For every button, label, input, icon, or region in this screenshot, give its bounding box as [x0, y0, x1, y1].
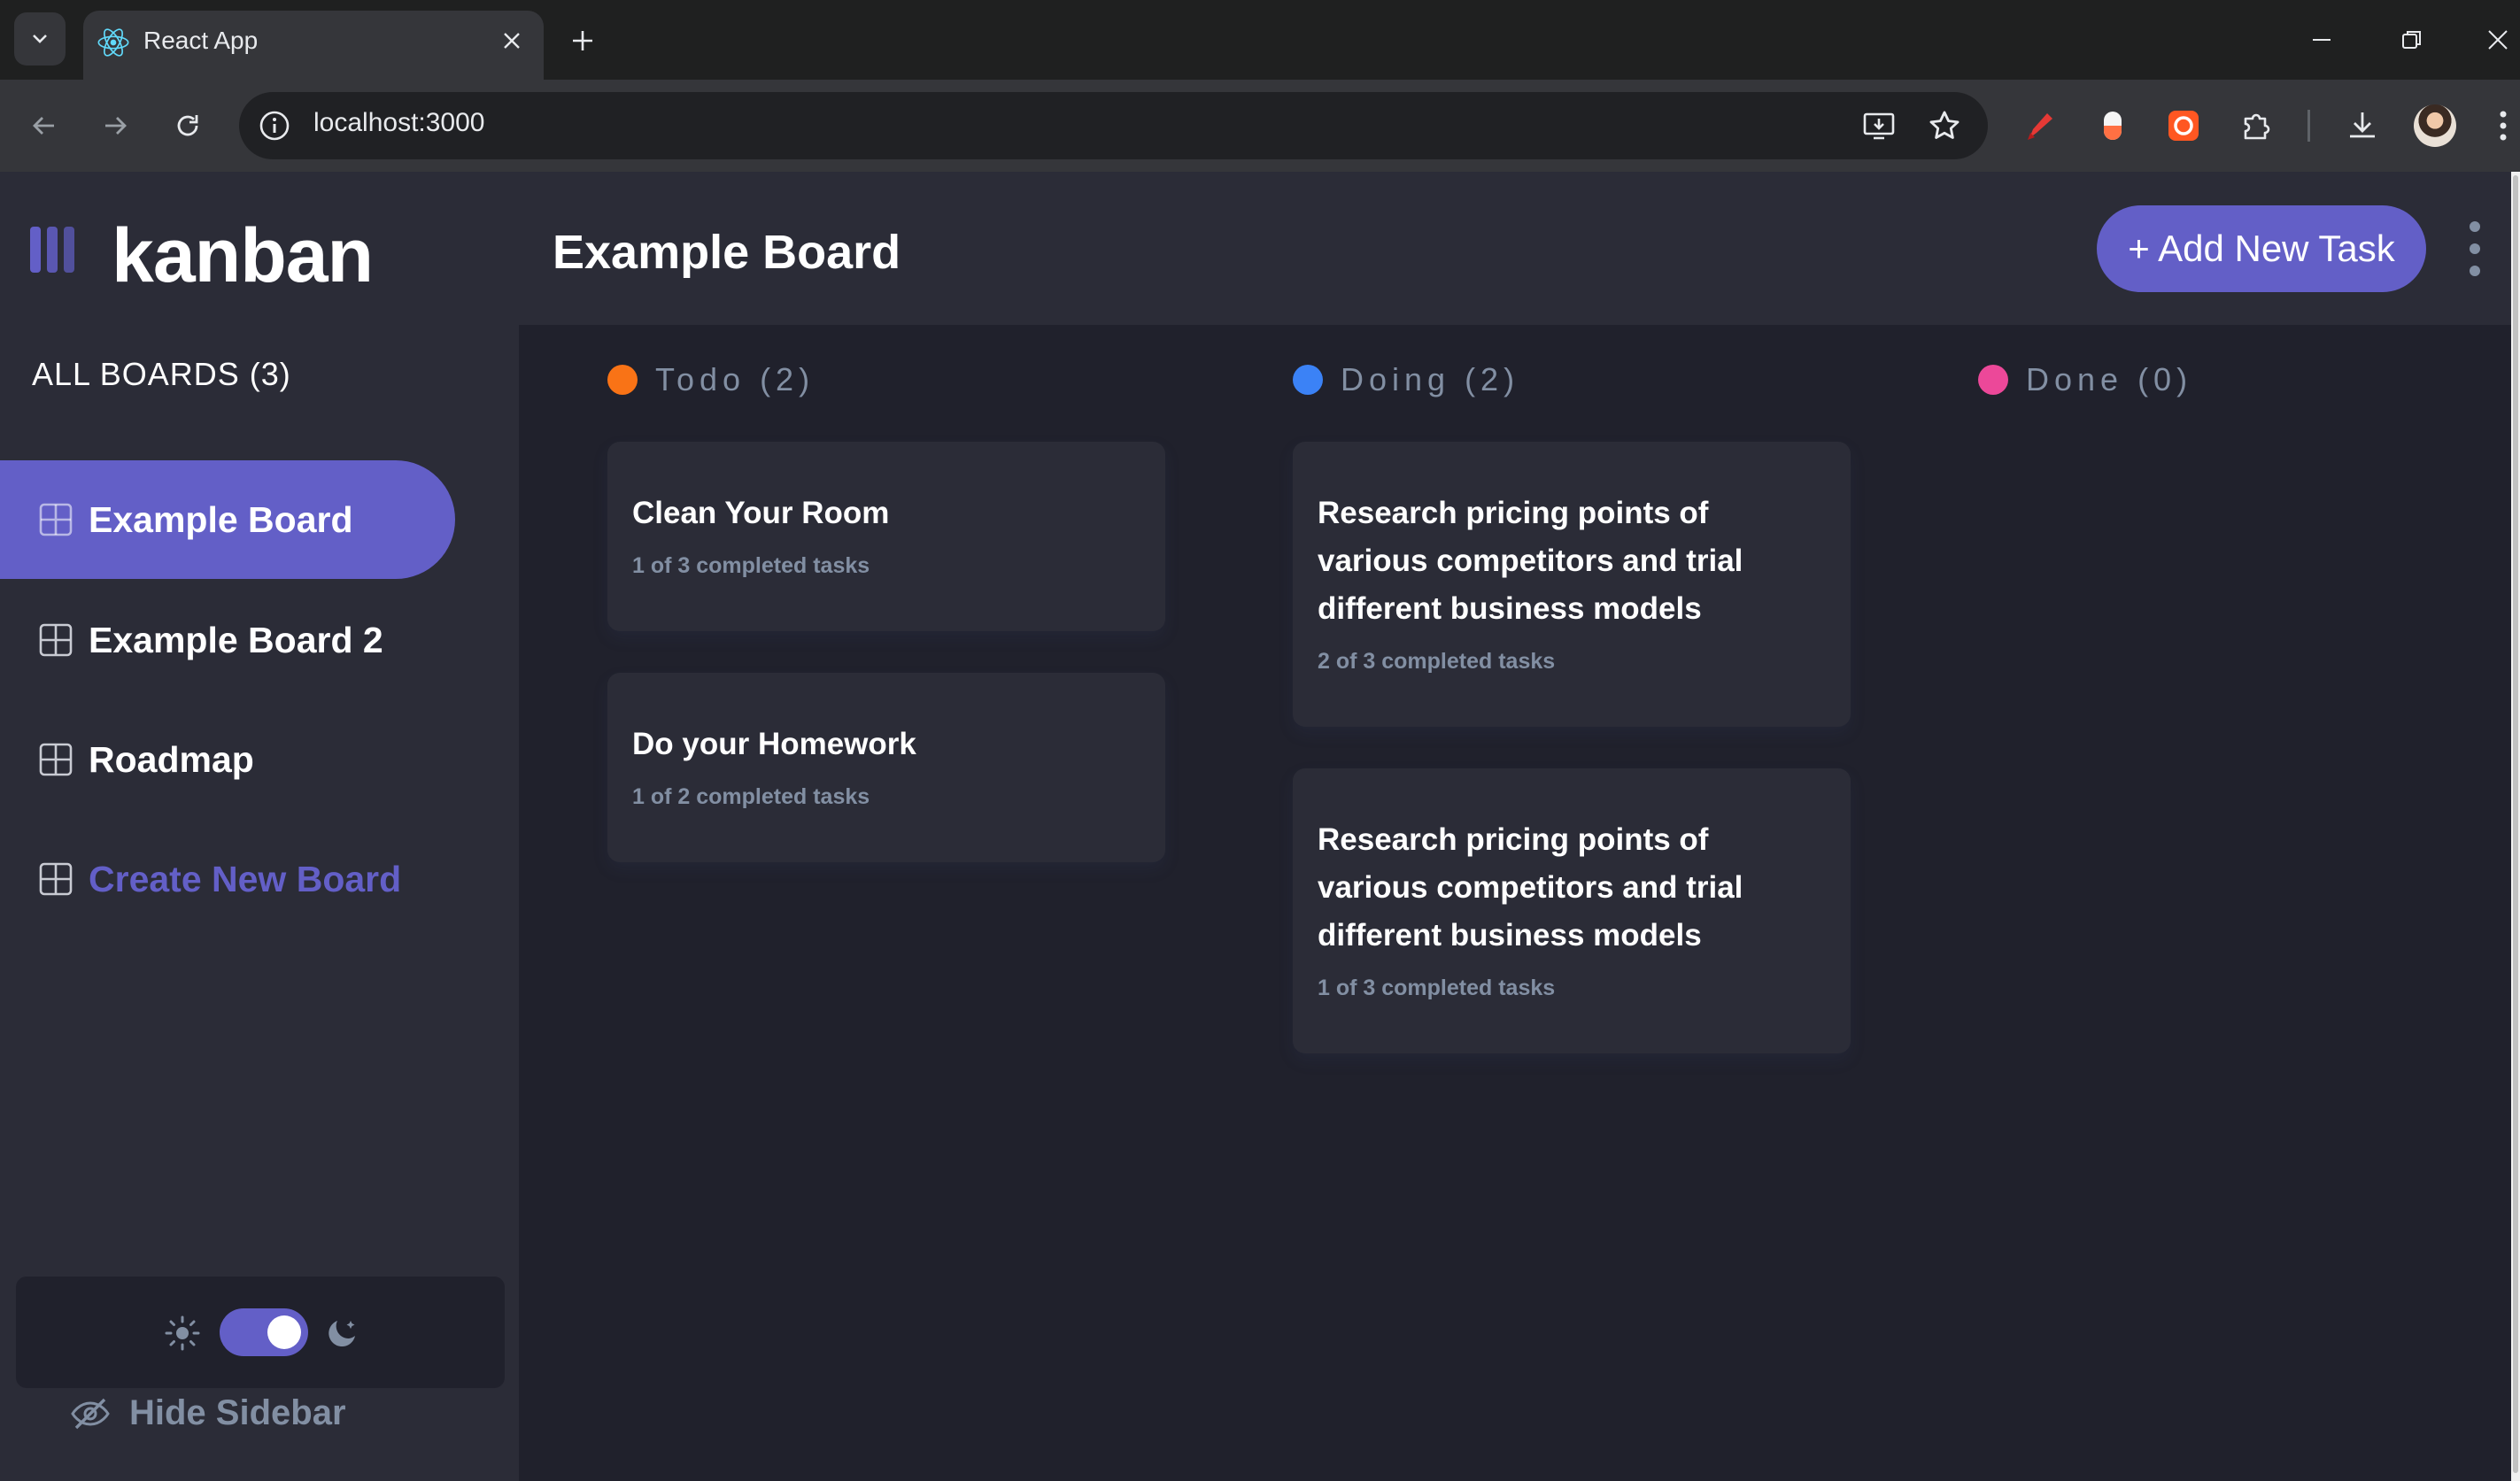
column-title: Doing (2)	[1341, 361, 1520, 397]
eye-slash-icon	[71, 1398, 110, 1429]
task-title: Research pricing points of various compe…	[1318, 496, 1743, 626]
hide-sidebar-label: Hide Sidebar	[129, 1393, 346, 1432]
arrow-left-icon	[33, 117, 54, 135]
plus-icon	[573, 31, 592, 50]
extensions-button[interactable]	[2235, 104, 2277, 147]
task-subtask-count: 1 of 3 completed tasks	[632, 553, 870, 578]
restore-button[interactable]	[2385, 18, 2439, 62]
task-subtask-count: 1 of 2 completed tasks	[632, 784, 870, 809]
theme-toggle-knob	[267, 1315, 301, 1349]
hide-sidebar-button[interactable]: Hide Sidebar	[69, 1393, 346, 1433]
minimize-icon	[2313, 39, 2331, 41]
task-title: Do your Homework	[632, 727, 916, 761]
browser-tab[interactable]: React App	[83, 11, 544, 80]
sidebar-item-roadmap[interactable]: Roadmap	[0, 700, 455, 819]
sidebar: kanban ALL BOARDS (3) Example Board Exam…	[0, 172, 519, 1481]
url-text: localhost:3000	[313, 108, 485, 137]
tab-title: React App	[143, 27, 259, 54]
scrollbar-thumb[interactable]	[2513, 175, 2518, 1473]
board-icon	[39, 862, 73, 896]
tab-close-button[interactable]	[494, 23, 530, 58]
window-close-button[interactable]	[2476, 18, 2520, 62]
marker-icon	[2028, 113, 2052, 140]
page-title: Example Board	[553, 226, 901, 279]
profile-avatar[interactable]	[2414, 104, 2456, 147]
moon-icon	[329, 1321, 355, 1347]
record-icon	[2168, 111, 2199, 141]
task-subtask-count: 2 of 3 completed tasks	[1318, 649, 1556, 674]
task-title: Research pricing points of various compe…	[1318, 822, 1743, 953]
chevron-down-icon	[33, 35, 47, 43]
column-title: Todo (2)	[655, 361, 816, 397]
create-new-board-label: Create New Board	[89, 858, 402, 899]
kanban-logo-icon	[30, 227, 74, 273]
column-header-doing: Doing (2)	[1293, 361, 1519, 398]
react-logo-icon	[97, 28, 129, 57]
column-status-dot	[1293, 365, 1323, 395]
task-subtask-count: 1 of 3 completed tasks	[1318, 976, 1556, 1000]
board-header: Example Board + Add New Task	[519, 172, 2511, 325]
column-header-todo: Todo (2)	[607, 361, 815, 398]
create-new-board-button[interactable]: Create New Board	[0, 820, 455, 938]
more-vertical-icon-dot	[2470, 266, 2480, 276]
install-app-icon	[1863, 112, 1895, 140]
column-header-done: Done (0)	[1978, 361, 2192, 398]
app-logo-text: kanban	[112, 213, 374, 298]
forward-button[interactable]	[92, 103, 138, 149]
new-tab-button[interactable]	[563, 21, 602, 60]
capsule-icon	[2104, 112, 2122, 140]
star-icon	[1929, 111, 1960, 139]
column-title: Done (0)	[2026, 361, 2193, 397]
all-boards-heading: ALL BOARDS (3)	[32, 356, 291, 392]
address-bar[interactable]: localhost:3000	[239, 92, 1988, 159]
column-status-dot	[1978, 365, 2008, 395]
toolbar-separator	[2307, 110, 2310, 142]
sun-icon	[165, 1315, 200, 1351]
board-icon	[39, 743, 73, 776]
sidebar-item-label: Example Board 2	[89, 619, 383, 660]
reload-icon	[177, 115, 198, 136]
task-title: Clean Your Room	[632, 496, 890, 530]
board-icon	[39, 623, 73, 657]
task-card[interactable]: Research pricing points of various compe…	[1293, 768, 1851, 1053]
extension-capsule-button[interactable]	[2091, 104, 2134, 147]
board-icon	[39, 503, 73, 536]
browser-menu-button[interactable]	[2486, 104, 2520, 147]
site-info-icon[interactable]	[257, 108, 292, 143]
bookmark-button[interactable]	[1925, 106, 1964, 145]
close-icon	[2488, 30, 2508, 50]
close-icon	[504, 33, 520, 49]
puzzle-icon	[2244, 113, 2270, 140]
more-vertical-icon	[2500, 111, 2507, 141]
restore-icon	[2402, 31, 2421, 49]
sidebar-item-label: Roadmap	[89, 738, 254, 780]
task-card[interactable]: Do your Homework 1 of 2 completed tasks	[607, 673, 1165, 862]
minimize-button[interactable]	[2295, 18, 2348, 62]
download-icon	[2350, 112, 2375, 138]
page-scrollbar[interactable]	[2511, 172, 2520, 1481]
downloads-button[interactable]	[2341, 104, 2384, 147]
tab-search-button[interactable]	[14, 12, 66, 66]
sidebar-item-label: Example Board	[89, 498, 353, 540]
column-status-dot	[607, 365, 638, 395]
arrow-right-icon	[105, 117, 127, 135]
sidebar-item-example-board-2[interactable]: Example Board 2	[0, 581, 455, 699]
browser-toolbar: localhost:3000	[0, 80, 2520, 172]
more-vertical-icon-dot	[2470, 243, 2480, 254]
board-options-button[interactable]	[2462, 221, 2488, 276]
theme-toggle[interactable]	[220, 1308, 308, 1356]
reload-button[interactable]	[165, 103, 211, 149]
task-card[interactable]: Research pricing points of various compe…	[1293, 442, 1851, 727]
more-vertical-icon-dot	[2470, 221, 2480, 232]
task-card[interactable]: Clean Your Room 1 of 3 completed tasks	[607, 442, 1165, 631]
back-button[interactable]	[21, 103, 67, 149]
browser-tab-strip: React App	[0, 0, 2520, 80]
extension-marker-button[interactable]	[2019, 104, 2061, 147]
theme-switcher	[16, 1277, 505, 1388]
install-app-button[interactable]	[1859, 106, 1898, 145]
add-new-task-button[interactable]: + Add New Task	[2097, 205, 2426, 292]
sidebar-item-example-board[interactable]: Example Board	[0, 460, 455, 579]
extension-record-button[interactable]	[2162, 104, 2205, 147]
